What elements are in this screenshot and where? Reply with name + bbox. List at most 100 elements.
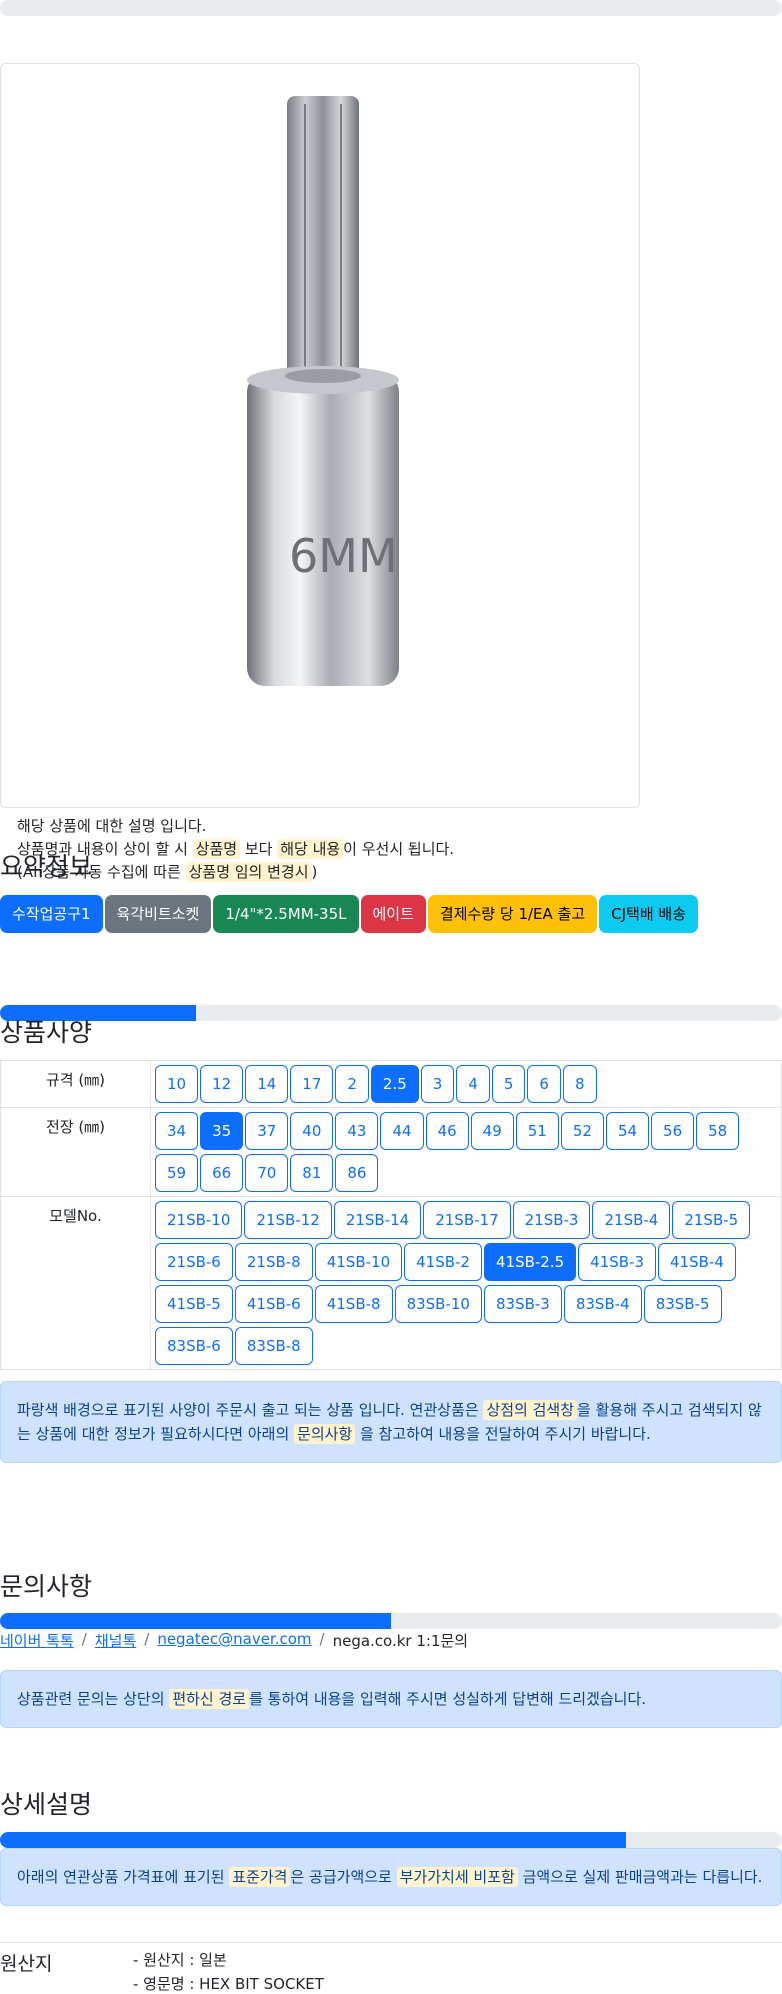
spec-option[interactable]: 58 <box>696 1112 740 1150</box>
spec-option[interactable]: 59 <box>155 1154 199 1192</box>
spec-option[interactable]: 12 <box>200 1065 244 1103</box>
spec-option[interactable]: 41SB-6 <box>234 1285 313 1323</box>
spec-option[interactable]: 43 <box>335 1112 379 1150</box>
spec-option[interactable]: 21SB-5 <box>672 1201 751 1239</box>
spec-option[interactable]: 83SB-6 <box>155 1327 233 1365</box>
spec-option[interactable]: 41SB-10 <box>314 1243 403 1281</box>
spec-option[interactable]: 86 <box>335 1154 379 1192</box>
site-inquiry-text: nega.co.kr 1:1문의 <box>332 1632 469 1650</box>
inquiry-notice: 상품관련 문의는 상단의 편하신 경로 를 통하여 내용을 입력해 주시면 성실하… <box>0 1670 782 1728</box>
spec-option[interactable]: 21SB-14 <box>333 1201 422 1239</box>
notice-highlight-route: 편하신 경로 <box>169 1689 250 1709</box>
desc-highlight-product-name: 상품명 <box>192 839 241 859</box>
notice-highlight-vat: 부가가치세 비포함 <box>396 1867 518 1887</box>
category-badge: 수작업공구1 <box>0 895 103 933</box>
top-progress-bar <box>0 0 782 16</box>
spec-option[interactable]: 17 <box>290 1065 334 1103</box>
spec-row-label: 전장 (㎜) <box>0 1107 151 1197</box>
spec-option-group: 34 35 37 40 43 44 46 49 51 52 54 56 58 59 66 70 81 86 <box>155 1112 779 1192</box>
origin-country: - 원산지 : 일본 <box>133 1951 227 1969</box>
separator: / <box>144 1630 150 1648</box>
spec-option[interactable]: 3 <box>420 1065 455 1103</box>
spec-option-selected[interactable]: 41SB-2.5 <box>483 1243 577 1281</box>
spec-row-length: 전장 (㎜) 34 35 37 40 43 44 46 49 51 52 54 56 58 59 66 70 81… <box>0 1107 782 1197</box>
spec-option[interactable]: 21SB-6 <box>155 1243 233 1281</box>
spec-option[interactable]: 6 <box>527 1065 561 1103</box>
spec-option[interactable]: 21SB-12 <box>244 1201 332 1239</box>
spec-option[interactable]: 41SB-3 <box>578 1243 657 1281</box>
spec-row-size: 규격 (㎜) 10 12 14 17 2 2.5 3 4 5 6 8 <box>0 1060 782 1108</box>
spec-option[interactable]: 2 <box>335 1065 369 1103</box>
notice-text: 을 참고하여 내용을 전달하여 주시기 바랍니다. <box>355 1425 651 1443</box>
spec-option[interactable]: 49 <box>470 1112 514 1150</box>
separator: / <box>319 1630 325 1648</box>
naver-talk-link[interactable]: 네이버 톡톡 <box>0 1630 74 1651</box>
channel-talk-link[interactable]: 채널톡 <box>95 1630 136 1651</box>
spec-options-cell: 34 35 37 40 43 44 46 49 51 52 54 56 58 59 66 70 81 86 <box>150 1107 782 1197</box>
spec-option[interactable]: 41SB-8 <box>314 1285 393 1323</box>
spec-option[interactable]: 8 <box>562 1065 597 1103</box>
spec-option[interactable]: 4 <box>456 1065 490 1103</box>
spec-notice: 파랑색 배경으로 표기된 사양이 주문시 출고 되는 상품 입니다. 연관상품은… <box>0 1381 782 1463</box>
spec-option[interactable]: 52 <box>560 1112 604 1150</box>
spec-option[interactable]: 41SB-4 <box>658 1243 736 1281</box>
notice-highlight-search: 상점의 검색창 <box>483 1400 578 1420</box>
spec-row-label: 규격 (㎜) <box>0 1060 151 1108</box>
spec-title: 상품사양 <box>0 1018 93 1047</box>
spec-option[interactable]: 83SB-3 <box>483 1285 562 1323</box>
notice-text: 상품관련 문의는 상단의 <box>17 1690 170 1708</box>
spec-option[interactable]: 21SB-4 <box>592 1201 671 1239</box>
spec-option[interactable]: 14 <box>245 1065 289 1103</box>
spec-option-selected[interactable]: 2.5 <box>370 1065 419 1103</box>
spec-progress-bar <box>0 1005 782 1021</box>
email-link[interactable]: negatec@naver.com <box>157 1630 311 1651</box>
spec-option[interactable]: 44 <box>380 1112 424 1150</box>
spec-option[interactable]: 21SB-3 <box>512 1201 591 1239</box>
spec-option[interactable]: 83SB-5 <box>643 1285 722 1323</box>
spec-option[interactable]: 83SB-8 <box>234 1327 313 1365</box>
notice-text: 파랑색 배경으로 표기된 사양이 주문시 출고 되는 상품 입니다. 연관상품은 <box>17 1401 484 1419</box>
desc-line-1: 해당 상품에 대한 설명 입니다. <box>17 817 207 835</box>
spec-option[interactable]: 34 <box>155 1112 199 1150</box>
spec-table: 규격 (㎜) 10 12 14 17 2 2.5 3 4 5 6 8 전장 (㎜) 34 35 37 40 43 4… <box>0 1060 782 1370</box>
spec-option[interactable]: 83SB-4 <box>563 1285 642 1323</box>
spec-option[interactable]: 41SB-2 <box>404 1243 482 1281</box>
spec-row-label: 모델No. <box>0 1196 151 1370</box>
spec-option[interactable]: 83SB-10 <box>394 1285 482 1323</box>
spec-option[interactable]: 81 <box>290 1154 334 1192</box>
notice-highlight-standard-price: 표준가격 <box>229 1867 291 1887</box>
spec-badge: 1/4"*2.5MM-35L <box>213 895 359 933</box>
origin-english-name: - 영문명 : HEX BIT SOCKET <box>133 1975 324 1993</box>
inquiry-title: 문의사항 <box>0 1572 93 1601</box>
spec-option[interactable]: 10 <box>155 1065 199 1103</box>
product-image: 6MM <box>247 96 399 686</box>
type-badge: 육각비트소켓 <box>104 895 212 933</box>
spec-option[interactable]: 54 <box>605 1112 650 1150</box>
spec-option[interactable]: 5 <box>491 1065 526 1103</box>
spec-option[interactable]: 70 <box>245 1154 289 1192</box>
product-image-card: 6MM 해당 상품에 대한 설명 입니다. 상품명과 내용이 상이 할 시 상품… <box>0 63 640 882</box>
desc-text: 보다 <box>240 840 278 858</box>
spec-option[interactable]: 46 <box>425 1112 469 1150</box>
spec-option-group: 21SB-10 21SB-12 21SB-14 21SB-17 21SB-3 21SB-4… <box>155 1201 779 1365</box>
summary-badges: 수작업공구1 육각비트소켓 1/4"*2.5MM-35L 에이트 결제수량 당 1/EA… <box>0 895 699 933</box>
spec-option[interactable]: 66 <box>200 1154 244 1192</box>
notice-text: 금액으로 실제 판매금액과는 다릅니다. <box>517 1868 763 1886</box>
spec-option[interactable]: 41SB-5 <box>155 1285 233 1323</box>
spec-option[interactable]: 21SB-10 <box>155 1201 243 1239</box>
detail-progress-fill <box>0 1832 626 1848</box>
spec-option[interactable]: 51 <box>515 1112 559 1150</box>
spec-option[interactable]: 21SB-8 <box>234 1243 313 1281</box>
separator: / <box>81 1630 87 1648</box>
spec-options-cell: 21SB-10 21SB-12 21SB-14 21SB-17 21SB-3 21SB-4… <box>150 1196 782 1370</box>
spec-option[interactable]: 40 <box>290 1112 334 1150</box>
spec-option[interactable]: 37 <box>245 1112 289 1150</box>
desc-highlight-content: 해당 내용 <box>277 839 344 859</box>
spec-option[interactable]: 21SB-17 <box>423 1201 511 1239</box>
shipping-badge: CJ택배 배송 <box>599 895 699 933</box>
spec-option-selected[interactable]: 35 <box>200 1112 244 1150</box>
detail-progress-bar <box>0 1832 782 1848</box>
spec-option[interactable]: 56 <box>651 1112 695 1150</box>
spec-options-cell: 10 12 14 17 2 2.5 3 4 5 6 8 <box>150 1060 782 1108</box>
desc-text: ) <box>311 863 318 881</box>
